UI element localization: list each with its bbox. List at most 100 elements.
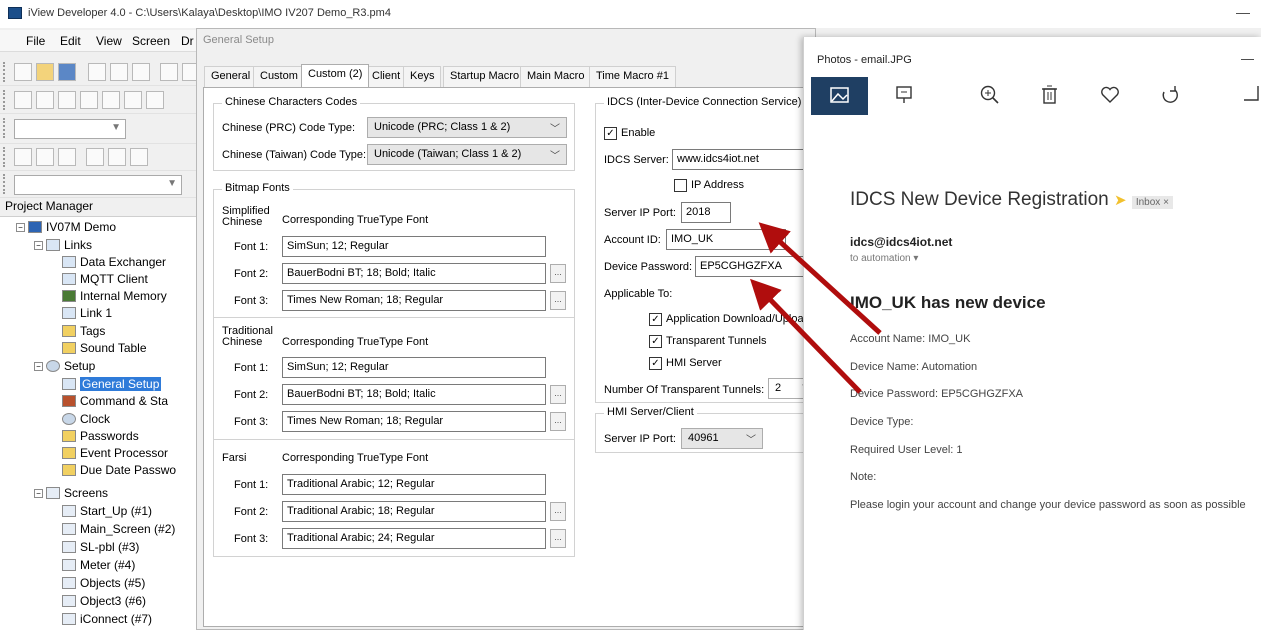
font-3-browse-button[interactable]: ... (550, 529, 566, 548)
see-all-photos-button[interactable] (811, 77, 868, 115)
tab-keys[interactable]: Keys (403, 66, 442, 87)
rotate-icon[interactable] (1159, 84, 1181, 112)
align-center-icon[interactable] (36, 148, 54, 166)
tree-item-clock[interactable]: Clock (62, 412, 110, 429)
menu-view[interactable]: View (96, 34, 122, 48)
toolbar-grip[interactable] (3, 174, 7, 194)
tree-item-due-date[interactable]: Due Date Passwo (62, 463, 176, 480)
lamp-icon[interactable] (146, 91, 164, 109)
tree-item-general-setup[interactable]: General Setup (62, 377, 162, 394)
tree-root[interactable]: − IV07M Demo (16, 220, 116, 237)
toolbar-grip[interactable] (3, 118, 7, 138)
new-icon[interactable] (14, 63, 32, 81)
tree-screen-item[interactable]: Object3 (#6) (62, 594, 146, 611)
tab-main-macro[interactable]: Main Macro (520, 66, 592, 87)
font-3-field[interactable]: Times New Roman; 18; Regular (282, 411, 546, 432)
cut-icon[interactable] (88, 63, 106, 81)
toolbar-grip[interactable] (3, 62, 7, 82)
font-2-field[interactable]: BauerBodni BT; 18; Bold; Italic (282, 384, 546, 405)
paste-icon[interactable] (132, 63, 150, 81)
align-left-icon[interactable] (14, 148, 32, 166)
device-password-input[interactable]: EP5CGHGZFXA (695, 256, 815, 277)
collapse-icon[interactable]: − (34, 489, 43, 498)
copy-icon[interactable] (110, 63, 128, 81)
tree-setup[interactable]: − Setup (34, 359, 95, 376)
delete-icon[interactable] (1039, 84, 1059, 112)
align-right-icon[interactable] (58, 148, 76, 166)
minimize-button[interactable]: — (1241, 51, 1254, 66)
font-2-browse-button[interactable]: ... (550, 385, 566, 404)
tree-item-event-processor[interactable]: Event Processor (62, 446, 168, 463)
collapse-icon[interactable]: − (16, 223, 25, 232)
tree-screen-item[interactable]: iConnect (#7) (62, 612, 152, 629)
font-2-field[interactable]: Traditional Arabic; 18; Regular (282, 501, 546, 522)
hmi-port-select[interactable]: 40961 ﹀ (681, 428, 763, 449)
print-icon[interactable] (160, 63, 178, 81)
ip-address-checkbox[interactable] (674, 179, 687, 192)
menu-file[interactable]: File (26, 34, 45, 48)
font-3-browse-button[interactable]: ... (550, 412, 566, 431)
collapse-icon[interactable]: − (34, 362, 43, 371)
font-3-field[interactable]: Traditional Arabic; 24; Regular (282, 528, 546, 549)
taiwan-code-select[interactable]: Unicode (Taiwan; Class 1 & 2) ﹀ (367, 144, 567, 165)
tree-screen-item[interactable]: Objects (#5) (62, 576, 145, 593)
font-3-browse-button[interactable]: ... (550, 291, 566, 310)
font-combo[interactable]: ▼ (14, 119, 126, 139)
tree-item-tags[interactable]: Tags (62, 324, 105, 341)
heart-icon[interactable] (1099, 84, 1121, 112)
toolbar-grip[interactable] (3, 90, 7, 110)
bit-button-icon[interactable] (14, 91, 32, 109)
tree-screen-item[interactable]: Meter (#4) (62, 558, 135, 575)
tab-client[interactable]: Client (365, 66, 408, 87)
font-1-field[interactable]: SimSun; 12; Regular (282, 236, 546, 257)
tree-item-command-status[interactable]: Command & Sta (62, 394, 168, 411)
menu-edit[interactable]: Edit (60, 34, 81, 48)
font-3-field[interactable]: Times New Roman; 18; Regular (282, 290, 546, 311)
zoom-in-icon[interactable] (979, 84, 1001, 112)
tree-item-mqtt-client[interactable]: MQTT Client (62, 272, 148, 289)
menu-draw[interactable]: Dr (181, 34, 194, 48)
slideshow-icon[interactable] (894, 84, 914, 112)
align-top-icon[interactable] (86, 148, 104, 166)
align-middle-icon[interactable] (108, 148, 126, 166)
account-id-input[interactable]: IMO_UK (666, 229, 786, 250)
tab-custom[interactable]: Custom (253, 66, 305, 87)
tree-screen-item[interactable]: Main_Screen (#2) (62, 522, 175, 539)
layer-combo[interactable]: ▼ (14, 175, 182, 195)
fkey-icon[interactable] (124, 91, 142, 109)
num-tunnels-select[interactable]: 2﹀ (768, 378, 812, 399)
app-download-checkbox[interactable]: ✓ (649, 313, 662, 326)
project-tree[interactable]: − IV07M Demo − Links Data Exchanger MQTT C… (0, 216, 205, 630)
tree-item-sound-table[interactable]: Sound Table (62, 341, 147, 358)
tree-item-data-exchanger[interactable]: Data Exchanger (62, 255, 166, 272)
prc-code-select[interactable]: Unicode (PRC; Class 1 & 2) ﹀ (367, 117, 567, 138)
tree-item-passwords[interactable]: Passwords (62, 429, 139, 446)
tab-general[interactable]: General (204, 66, 258, 87)
tab-custom-2[interactable]: Custom (2) (301, 64, 370, 87)
tree-item-link1[interactable]: Link 1 (62, 306, 112, 323)
font-2-field[interactable]: BauerBodni BT; 18; Bold; Italic (282, 263, 546, 284)
font-1-field[interactable]: Traditional Arabic; 12; Regular (282, 474, 546, 495)
tree-screen-item[interactable]: SL-pbl (#3) (62, 540, 139, 557)
hmi-server-checkbox[interactable]: ✓ (649, 357, 662, 370)
collapse-icon[interactable]: − (34, 241, 43, 250)
font-1-field[interactable]: SimSun; 12; Regular (282, 357, 546, 378)
tree-screen-item[interactable]: Start_Up (#1) (62, 504, 152, 521)
word-button-icon[interactable] (36, 91, 54, 109)
minimize-button[interactable]: — (1232, 4, 1254, 22)
function-button-icon[interactable] (80, 91, 98, 109)
crop-icon[interactable] (1242, 84, 1261, 112)
toolbar-grip[interactable] (3, 147, 7, 167)
font-2-browse-button[interactable]: ... (550, 264, 566, 283)
transparent-tunnels-checkbox[interactable]: ✓ (649, 335, 662, 348)
tab-time-macro[interactable]: Time Macro #1 (589, 66, 676, 87)
screen-button-icon[interactable] (58, 91, 76, 109)
picture-icon[interactable] (102, 91, 120, 109)
enable-checkbox[interactable]: ✓ (604, 127, 617, 140)
open-folder-icon[interactable] (36, 63, 54, 81)
idcs-server-input[interactable]: www.idcs4iot.net (672, 149, 812, 170)
menu-screen[interactable]: Screen (132, 34, 170, 48)
tab-startup-macro[interactable]: Startup Macro (443, 66, 527, 87)
font-2-browse-button[interactable]: ... (550, 502, 566, 521)
save-icon[interactable] (58, 63, 76, 81)
